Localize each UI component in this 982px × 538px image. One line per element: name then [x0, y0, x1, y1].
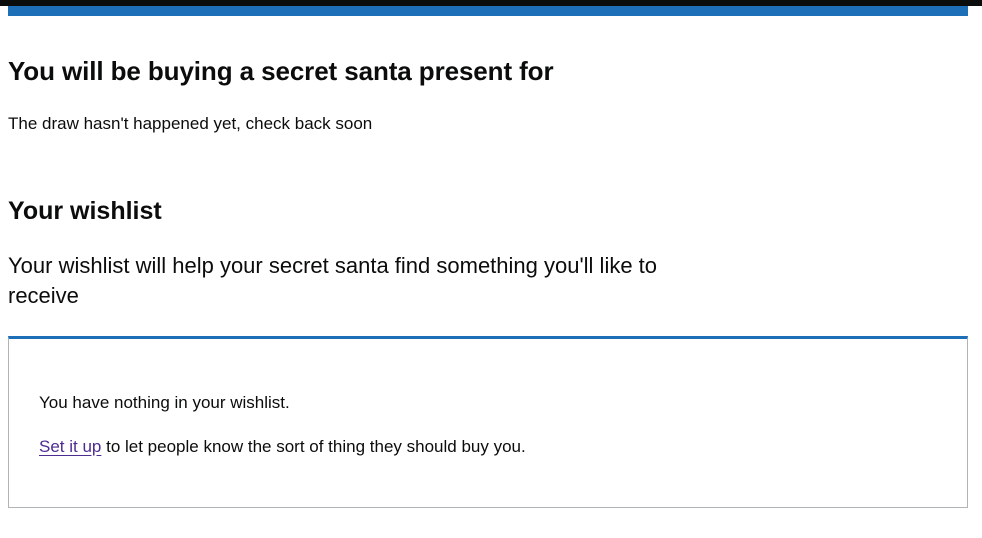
wishlist-lead-text: Your wishlist will help your secret sant… [8, 253, 658, 308]
page-title: You will be buying a secret santa presen… [8, 56, 554, 86]
header-accent-bar [8, 6, 968, 16]
wishlist-panel: You have nothing in your wishlist. Set i… [8, 336, 968, 508]
wishlist-setup-suffix: to let people know the sort of thing the… [101, 437, 526, 456]
wishlist-heading: Your wishlist [8, 197, 162, 225]
wishlist-setup-line: Set it up to let people know the sort of… [39, 435, 526, 459]
set-it-up-link[interactable]: Set it up [39, 437, 101, 456]
wishlist-empty-message: You have nothing in your wishlist. [39, 393, 290, 412]
draw-status-text: The draw hasn't happened yet, check back… [8, 114, 373, 133]
